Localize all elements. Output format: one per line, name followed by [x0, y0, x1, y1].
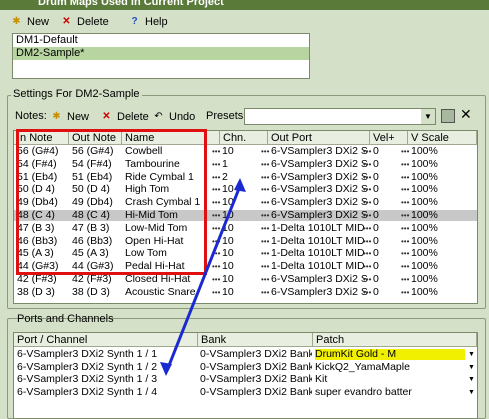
arrow-line: [166, 185, 242, 369]
arrow-head-top: [234, 178, 246, 192]
arrow-head-bottom: [160, 362, 172, 376]
annotation-arrow: [160, 178, 246, 376]
